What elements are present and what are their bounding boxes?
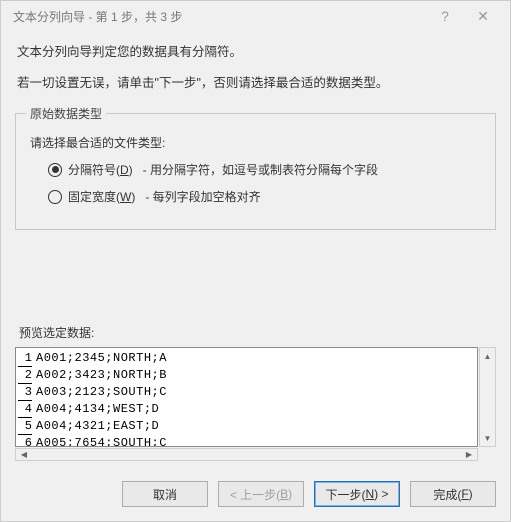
wizard-dialog: 文本分列向导 - 第 1 步，共 3 步 ? ✕ 文本分列向导判定您的数据具有分…: [0, 0, 511, 522]
t2: ): [131, 190, 135, 204]
row-data: A004;4134;WEST;D: [36, 401, 159, 418]
preview-box: 1A001;2345;NORTH;A 2A002;3423;NORTH;B 3A…: [15, 347, 478, 447]
scroll-right-icon[interactable]: ▶: [461, 449, 477, 460]
row-num: 3: [18, 384, 32, 401]
t: < 上一步(: [230, 486, 280, 503]
radio-delimited-desc: - 用分隔字符，如逗号或制表符分隔每个字段: [143, 161, 378, 178]
intro-line-2: 若一切设置无误，请单击"下一步"，否则请选择最合适的数据类型。: [17, 72, 496, 91]
next-button[interactable]: 下一步(N) >: [314, 481, 400, 507]
row-num: 1: [18, 350, 32, 367]
scroll-track-h[interactable]: [32, 449, 461, 460]
row-num: 4: [18, 401, 32, 418]
vertical-scrollbar[interactable]: ▲ ▼: [479, 347, 496, 447]
t2: ): [288, 487, 292, 501]
t: 完成(: [433, 486, 461, 503]
row-num: 5: [18, 418, 32, 435]
preview-row: 3A003;2123;SOUTH;C: [18, 384, 475, 401]
preview-row: 4A004;4134;WEST;D: [18, 401, 475, 418]
group-sublabel: 请选择最合适的文件类型:: [30, 134, 481, 151]
scroll-left-icon[interactable]: ◀: [16, 449, 32, 460]
radio-delimited[interactable]: 分隔符号(D) - 用分隔字符，如逗号或制表符分隔每个字段: [48, 161, 485, 178]
scroll-down-icon[interactable]: ▼: [480, 430, 495, 446]
window-title: 文本分列向导 - 第 1 步，共 3 步: [13, 8, 426, 25]
scroll-track[interactable]: [480, 364, 495, 430]
finish-button[interactable]: 完成(F): [410, 481, 496, 507]
cancel-button[interactable]: 取消: [122, 481, 208, 507]
row-data: A004;4321;EAST;D: [36, 418, 159, 435]
u: F: [461, 487, 468, 501]
u: B: [280, 487, 288, 501]
u: N: [365, 487, 374, 501]
radio-fixedwidth-desc: - 每列字段加空格对齐: [145, 188, 260, 205]
radio-delimited-label: 分隔符号(D): [68, 161, 133, 178]
spacer: [15, 238, 496, 318]
t: 下一步(: [325, 486, 365, 503]
preview-row: 6 A005;7654;SOUTH;C: [18, 435, 475, 447]
u: W: [120, 190, 131, 204]
preview-row: 5A004;4321;EAST;D: [18, 418, 475, 435]
radio-fixedwidth-indicator[interactable]: [48, 190, 62, 204]
scroll-up-icon[interactable]: ▲: [480, 348, 495, 364]
t: 固定宽度(: [68, 190, 120, 204]
content-area: 文本分列向导判定您的数据具有分隔符。 若一切设置无误，请单击"下一步"，否则请选…: [1, 31, 510, 471]
horizontal-scrollbar[interactable]: ◀ ▶: [15, 448, 478, 461]
row-data: A001;2345;NORTH;A: [36, 350, 167, 367]
titlebar: 文本分列向导 - 第 1 步，共 3 步 ? ✕: [1, 1, 510, 31]
t2: ): [469, 487, 473, 501]
row-data: A005;7654;SOUTH;C: [36, 435, 167, 447]
row-data: A003;2123;SOUTH;C: [36, 384, 167, 401]
preview-row: 1A001;2345;NORTH;A: [18, 350, 475, 367]
t: 分隔符号(: [68, 163, 120, 177]
t2: ) >: [374, 487, 388, 501]
radio-fixedwidth-label: 固定宽度(W): [68, 188, 135, 205]
original-data-type-group: 原始数据类型 请选择最合适的文件类型: 分隔符号(D) - 用分隔字符，如逗号或…: [15, 105, 496, 230]
preview-row: 2A002;3423;NORTH;B: [18, 367, 475, 384]
close-icon[interactable]: ✕: [464, 2, 502, 30]
intro-line-1: 文本分列向导判定您的数据具有分隔符。: [17, 41, 496, 60]
radio-list: 分隔符号(D) - 用分隔字符，如逗号或制表符分隔每个字段 固定宽度(W) - …: [48, 161, 485, 205]
t2: ): [129, 163, 133, 177]
row-num: 6: [18, 435, 32, 447]
preview-label: 预览选定数据:: [19, 324, 492, 341]
group-legend: 原始数据类型: [26, 105, 106, 122]
radio-fixedwidth[interactable]: 固定宽度(W) - 每列字段加空格对齐: [48, 188, 485, 205]
back-button[interactable]: < 上一步(B): [218, 481, 304, 507]
preview-area: 1A001;2345;NORTH;A 2A002;3423;NORTH;B 3A…: [15, 347, 496, 461]
button-row: 取消 < 上一步(B) 下一步(N) > 完成(F): [1, 471, 510, 521]
help-icon[interactable]: ?: [426, 2, 464, 30]
row-num: 2: [18, 367, 32, 384]
radio-delimited-indicator[interactable]: [48, 163, 62, 177]
row-data: A002;3423;NORTH;B: [36, 367, 167, 384]
u: D: [120, 163, 129, 177]
